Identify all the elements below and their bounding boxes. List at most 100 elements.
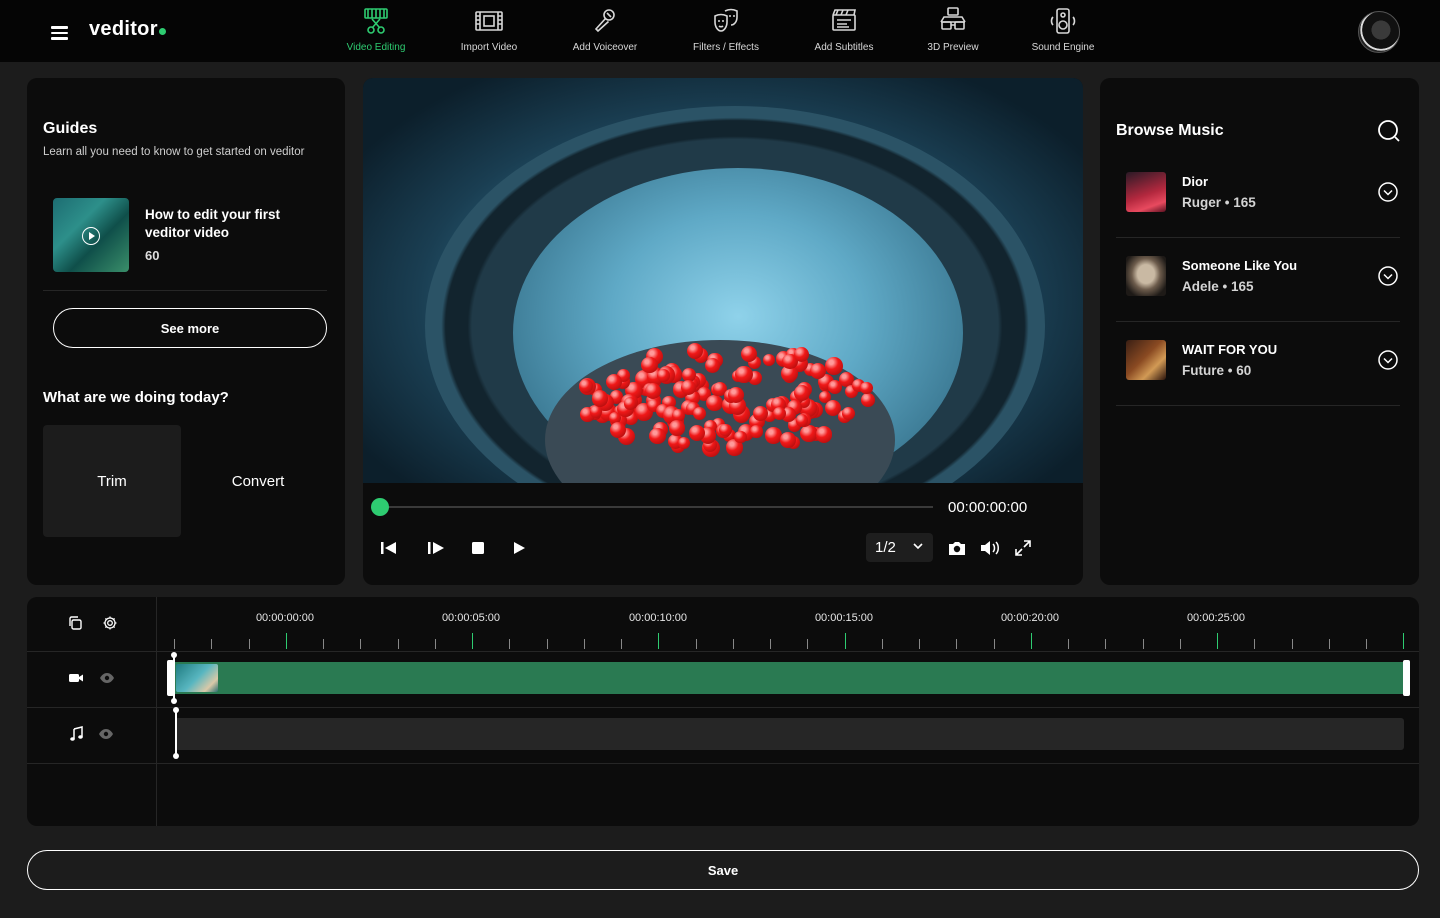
red-bead (827, 379, 842, 394)
nav-add-subtitles[interactable]: Add Subtitles (789, 6, 899, 53)
divider (43, 290, 327, 291)
guide-card[interactable]: How to edit your first veditor video 60 (53, 198, 323, 272)
ruler-major-tick (1217, 633, 1218, 649)
ruler-tick (1105, 639, 1107, 649)
ruler-tick (807, 639, 809, 649)
ruler-major-tick (1403, 633, 1405, 649)
theater-masks-icon (714, 8, 738, 32)
clip-thumbnail (176, 664, 218, 692)
ruler-tick (919, 639, 920, 649)
music-track[interactable]: Someone Like You Adele • 165 (1116, 238, 1400, 322)
track-meta: Future • 60 (1182, 363, 1252, 378)
chevron-circle-down-icon[interactable] (1378, 350, 1398, 370)
red-bead (824, 357, 843, 375)
volume-button[interactable] (978, 538, 1002, 558)
fullscreen-button[interactable] (1011, 538, 1035, 558)
red-bead (733, 430, 747, 444)
track-cover (1126, 256, 1166, 296)
copy-icon[interactable] (67, 615, 83, 631)
nav-label: Add Voiceover (572, 42, 638, 53)
expand-icon (1015, 540, 1031, 556)
nav-3d-preview[interactable]: 3D Preview (898, 6, 1008, 53)
stop-icon (472, 542, 484, 554)
play-icon (514, 542, 525, 554)
eye-icon[interactable] (98, 726, 114, 742)
ruler-tick (509, 639, 511, 649)
timeline-panel: 00:00:00:00 00:00:05:00 00:00:10:00 00:0… (27, 597, 1419, 826)
nav-sound-engine[interactable]: Sound Engine (1008, 6, 1118, 53)
subtitles-clapper-icon (832, 9, 856, 31)
red-bead (795, 414, 809, 427)
ruler-major-tick (844, 633, 846, 649)
trim-button[interactable]: Trim (43, 425, 181, 537)
ruler-tick (695, 639, 697, 649)
red-bead (649, 427, 667, 445)
ruler-tick (434, 639, 436, 649)
audio-playhead[interactable] (173, 707, 179, 759)
stop-button[interactable] (466, 538, 490, 558)
ruler-tick (956, 639, 958, 649)
ruler-tick (546, 639, 548, 649)
film-scissors-icon (364, 8, 388, 34)
eye-icon[interactable] (99, 670, 115, 686)
ruler-tick (621, 639, 622, 649)
playback-speed-select[interactable]: 1/2 (866, 533, 933, 562)
music-track[interactable]: Dior Ruger • 165 (1116, 154, 1400, 238)
clip-end-handle[interactable] (1403, 660, 1410, 696)
red-bead (780, 432, 796, 448)
ruler-label: 00:00:15:00 (814, 612, 874, 624)
hamburger-menu-icon[interactable] (51, 26, 68, 40)
nav-video-editing[interactable]: Video Editing (321, 6, 431, 53)
seek-bar[interactable] (371, 498, 933, 516)
play-button[interactable] (507, 538, 531, 558)
nav-label: Import Video (460, 42, 518, 53)
ruler-tick (1142, 639, 1144, 649)
video-playhead[interactable] (171, 652, 177, 704)
red-bead (815, 426, 833, 443)
ruler-tick (248, 639, 250, 649)
gear-icon[interactable] (102, 615, 118, 631)
seek-handle[interactable] (371, 498, 389, 516)
convert-button[interactable]: Convert (189, 425, 327, 537)
red-bead (750, 425, 763, 438)
red-bead (841, 407, 855, 420)
ruler-tick (1366, 639, 1367, 649)
video-clip-track[interactable] (167, 660, 1410, 696)
nav-add-voiceover[interactable]: Add Voiceover (550, 6, 660, 53)
browse-music-title: Browse Music (1116, 122, 1224, 139)
red-bead (680, 379, 696, 395)
see-more-button[interactable]: See more (53, 308, 327, 348)
user-avatar[interactable] (1358, 11, 1400, 53)
chevron-circle-down-icon[interactable] (1378, 266, 1398, 286)
red-bead (735, 365, 753, 384)
top-bar: veditor Video Editing Import Video Add V… (0, 0, 1440, 62)
audio-track[interactable] (175, 718, 1404, 750)
ruler-tick (770, 639, 771, 649)
nav-filters-effects[interactable]: Filters / Effects (671, 6, 781, 53)
red-bead (706, 395, 723, 412)
nav-import-video[interactable]: Import Video (434, 6, 544, 53)
logo-text: veditor (89, 18, 158, 40)
app-logo[interactable]: veditor (89, 18, 166, 41)
chevron-down-icon (913, 543, 923, 550)
divider (27, 763, 1419, 764)
snapshot-button[interactable] (945, 538, 969, 558)
chevron-circle-down-icon[interactable] (1378, 182, 1398, 202)
ruler-tick (993, 639, 995, 649)
video-player: 00:00:00:00 1/2 (363, 78, 1083, 585)
ruler-tick (397, 639, 399, 649)
speaker-icon (1050, 8, 1076, 34)
ruler-major-tick (285, 633, 287, 649)
save-button[interactable]: Save (27, 850, 1419, 890)
playback-speed-value: 1/2 (875, 539, 896, 556)
ruler-tick (323, 639, 324, 649)
red-bead (860, 381, 873, 395)
track-title: WAIT FOR YOU (1182, 342, 1278, 357)
guide-card-title: How to edit your first veditor video (145, 207, 280, 240)
music-track[interactable]: WAIT FOR YOU Future • 60 (1116, 322, 1400, 406)
video-preview[interactable] (363, 78, 1083, 483)
previous-frame-button[interactable] (377, 538, 401, 558)
search-icon[interactable] (1377, 119, 1401, 143)
track-cover (1126, 340, 1166, 380)
step-forward-button[interactable] (423, 538, 447, 558)
